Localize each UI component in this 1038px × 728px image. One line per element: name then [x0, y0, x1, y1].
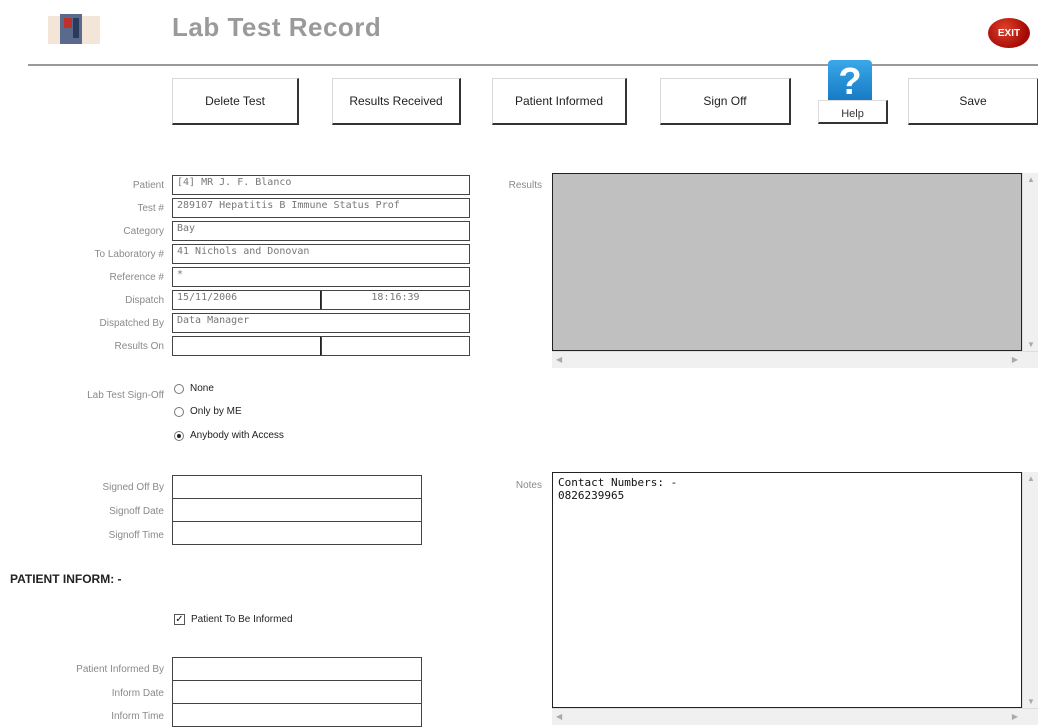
signoff-option-label: Only by ME	[190, 406, 242, 417]
radio-selected-icon[interactable]	[174, 430, 184, 441]
notes-line: 0826239965	[558, 489, 625, 502]
scroll-down-icon[interactable]: ▼	[1027, 697, 1035, 706]
patient-label: Patient	[132, 180, 164, 191]
signoff-option-anybody[interactable]: Anybody with Access	[174, 430, 284, 441]
help-button-group[interactable]: ? Help	[818, 60, 888, 126]
scroll-right-icon[interactable]: ▶	[1012, 712, 1018, 721]
notes-textarea[interactable]: Contact Numbers: - 0826239965	[552, 472, 1022, 708]
radio-icon[interactable]	[174, 406, 184, 417]
inform-time-label: Inform Time	[111, 711, 164, 722]
signoff-option-none[interactable]: None	[174, 383, 214, 394]
help-button[interactable]: Help	[818, 100, 888, 124]
results-on-date-field[interactable]	[172, 336, 322, 356]
patient-informed-button[interactable]: Patient Informed	[492, 78, 627, 125]
signoff-label: Lab Test Sign-Off	[87, 390, 164, 401]
notes-vertical-scrollbar[interactable]: ▲ ▼	[1022, 472, 1038, 708]
help-icon[interactable]: ?	[828, 60, 872, 104]
patient-inform-heading: PATIENT INFORM: -	[10, 572, 122, 586]
results-on-label: Results On	[114, 341, 164, 352]
signoff-date-field[interactable]	[172, 498, 422, 522]
checkbox-label: Patient To Be Informed	[191, 614, 293, 625]
dispatch-label: Dispatch	[125, 295, 164, 306]
signed-off-by-label: Signed Off By	[102, 482, 164, 493]
checkbox-checked-icon[interactable]: ✓	[174, 614, 185, 625]
patient-field[interactable]: [4] MR J. F. Blanco	[172, 175, 470, 195]
signoff-option-label: Anybody with Access	[190, 430, 284, 441]
delete-test-button[interactable]: Delete Test	[172, 78, 299, 125]
results-received-button[interactable]: Results Received	[332, 78, 461, 125]
test-no-label: Test #	[137, 203, 164, 214]
signoff-date-label: Signoff Date	[109, 506, 164, 517]
scroll-right-icon[interactable]: ▶	[1012, 355, 1018, 364]
dispatch-time-field[interactable]: 18:16:39	[321, 290, 470, 310]
results-horizontal-scrollbar[interactable]: ◀ ▶	[552, 351, 1038, 368]
save-button[interactable]: Save	[908, 78, 1038, 125]
to-laboratory-field[interactable]: 41 Nichols and Donovan	[172, 244, 470, 264]
category-label: Category	[123, 226, 164, 237]
results-on-time-field[interactable]	[321, 336, 470, 356]
notes-line: Contact Numbers: -	[558, 476, 678, 489]
dispatched-by-label: Dispatched By	[99, 318, 164, 329]
to-laboratory-label: To Laboratory #	[94, 249, 165, 260]
sign-off-button[interactable]: Sign Off	[660, 78, 791, 125]
app-logo-icon	[44, 10, 104, 48]
dispatched-by-field[interactable]: Data Manager	[172, 313, 470, 333]
signoff-option-only-me[interactable]: Only by ME	[174, 406, 242, 417]
results-textarea[interactable]	[552, 173, 1022, 351]
scroll-left-icon[interactable]: ◀	[556, 355, 562, 364]
results-vertical-scrollbar[interactable]: ▲ ▼	[1022, 173, 1038, 351]
reference-label: Reference #	[109, 272, 164, 283]
dispatch-date-field[interactable]: 15/11/2006	[172, 290, 322, 310]
category-field[interactable]: Bay	[172, 221, 470, 241]
radio-icon[interactable]	[174, 383, 184, 394]
signoff-time-label: Signoff Time	[108, 530, 164, 541]
results-label: Results	[508, 180, 542, 191]
reference-field[interactable]: *	[172, 267, 470, 287]
inform-time-field[interactable]	[172, 703, 422, 727]
scroll-up-icon[interactable]: ▲	[1027, 175, 1035, 184]
inform-date-label: Inform Date	[111, 688, 164, 699]
signed-off-by-field[interactable]	[172, 475, 422, 499]
scroll-left-icon[interactable]: ◀	[556, 712, 562, 721]
exit-icon: EXIT	[997, 27, 1021, 39]
notes-label: Notes	[515, 480, 542, 491]
page-title: Lab Test Record	[172, 12, 382, 42]
inform-date-field[interactable]	[172, 680, 422, 704]
scroll-up-icon[interactable]: ▲	[1027, 474, 1035, 483]
signoff-option-label: None	[190, 383, 214, 394]
exit-button[interactable]: EXIT	[988, 18, 1030, 48]
signoff-time-field[interactable]	[172, 521, 422, 545]
notes-horizontal-scrollbar[interactable]: ◀ ▶	[552, 708, 1038, 725]
informed-by-field[interactable]	[172, 657, 422, 681]
patient-to-be-informed-checkbox[interactable]: ✓ Patient To Be Informed	[174, 614, 293, 625]
test-no-field[interactable]: 289107 Hepatitis B Immune Status Prof	[172, 198, 470, 218]
informed-by-label: Patient Informed By	[76, 664, 164, 675]
scroll-down-icon[interactable]: ▼	[1027, 340, 1035, 349]
